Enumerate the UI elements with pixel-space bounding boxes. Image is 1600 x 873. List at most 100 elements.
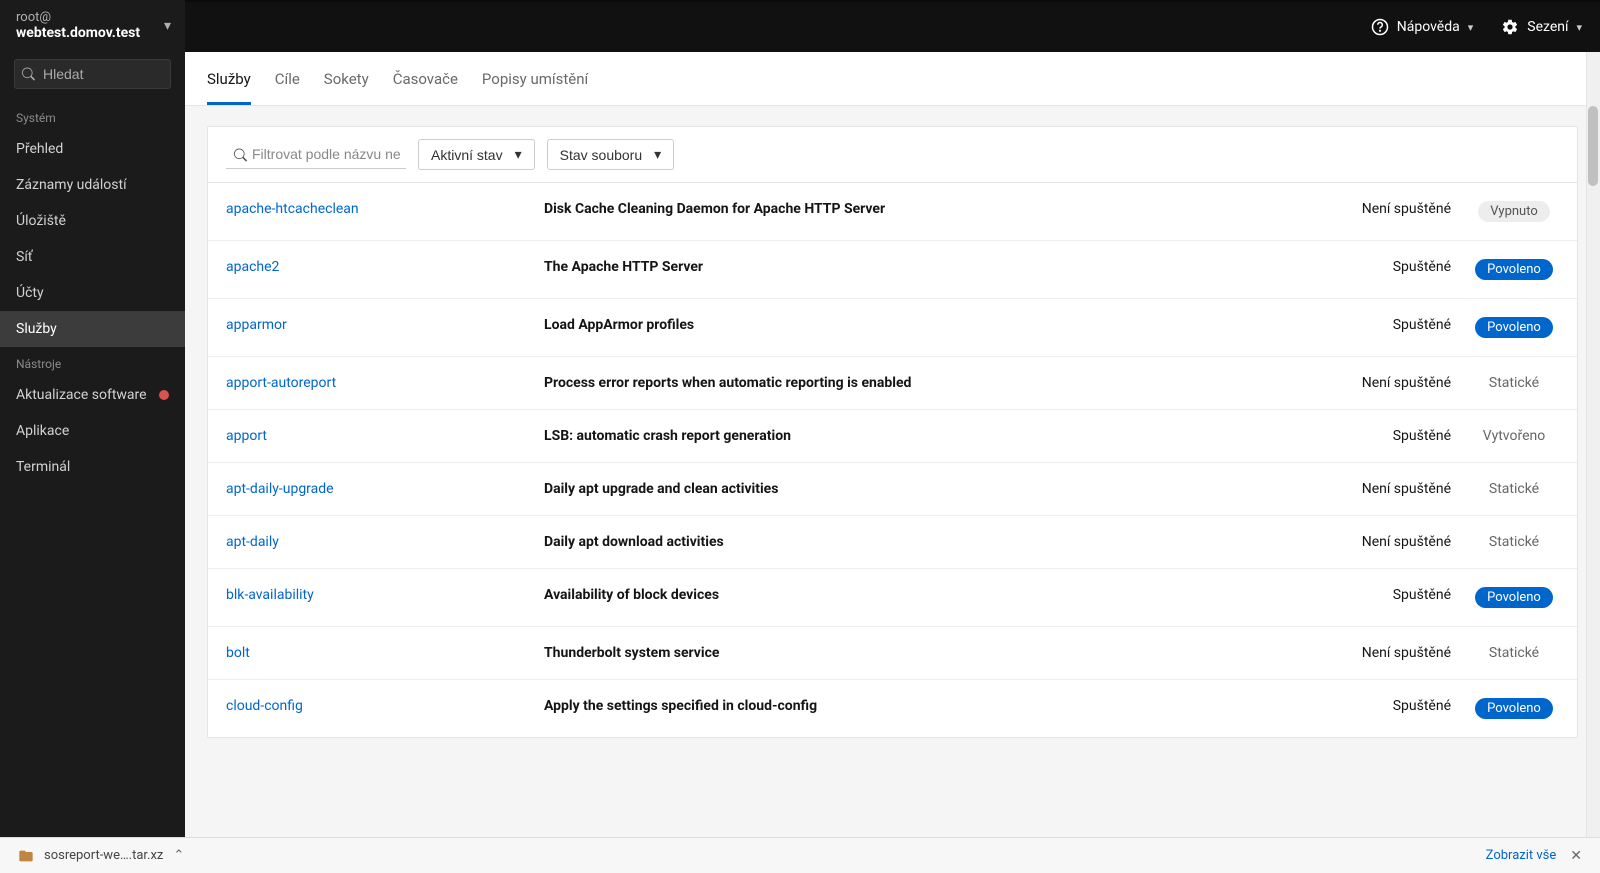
- caret-down-icon: ▾: [654, 146, 661, 163]
- caret-down-icon: ▾: [515, 146, 522, 163]
- help-icon: [1371, 18, 1389, 36]
- main-column: Nápověda ▾ Sezení ▾ Služby Cíle Sokety Č…: [185, 0, 1600, 837]
- current-user: root@: [16, 10, 140, 25]
- service-description: Daily apt upgrade and clean activities: [544, 481, 1313, 497]
- tab-targets[interactable]: Cíle: [275, 52, 300, 105]
- service-row: apport LSB: automatic crash report genera…: [208, 410, 1577, 463]
- filters-row: Aktivní stav ▾ Stav souboru ▾: [208, 127, 1577, 183]
- service-row: boltThunderbolt system serviceNení spušt…: [208, 627, 1577, 680]
- scrollbar-track[interactable]: [1586, 52, 1600, 837]
- service-description: Process error reports when automatic rep…: [544, 375, 1313, 391]
- chevron-down-icon: ▾: [1576, 21, 1582, 34]
- tab-timers[interactable]: Časovače: [393, 52, 458, 105]
- sidebar-item-terminal[interactable]: Terminál: [0, 449, 185, 485]
- tab-services[interactable]: Služby: [207, 52, 251, 105]
- service-link[interactable]: apport-autoreport: [226, 375, 336, 391]
- service-status: Spuštěné: [1331, 317, 1451, 333]
- service-file-state: Vypnuto: [1469, 201, 1559, 222]
- sidebar-item-network[interactable]: Síť: [0, 239, 185, 275]
- nav-section-tools: Nástroje: [0, 347, 185, 377]
- service-file-state: Statické: [1469, 645, 1559, 661]
- session-label: Sezení: [1527, 19, 1568, 35]
- service-status: Není spuštěné: [1331, 534, 1451, 550]
- service-status: Spuštěné: [1331, 587, 1451, 603]
- service-row: apparmor Load AppArmor profiles Spuštěné Po…: [208, 299, 1577, 357]
- services-panel: Aktivní stav ▾ Stav souboru ▾ apache-htc…: [207, 126, 1578, 738]
- service-description: Daily apt download activities: [544, 534, 1313, 550]
- service-row: apt-daily Daily apt download activities Ne…: [208, 516, 1577, 569]
- service-file-state: Povoleno: [1469, 317, 1559, 338]
- service-link[interactable]: bolt: [226, 645, 250, 661]
- service-row: apt-daily-upgrade Daily apt upgrade and c…: [208, 463, 1577, 516]
- service-status: Není spuštěné: [1331, 201, 1451, 217]
- download-bar: sosreport-we….tar.xz ⌃ Zobrazit vše ✕: [0, 837, 1600, 873]
- chevron-up-icon[interactable]: ⌃: [173, 848, 184, 863]
- service-link[interactable]: apache-htcacheclean: [226, 201, 359, 217]
- service-status: Spuštěné: [1331, 428, 1451, 444]
- sidebar-item-overview[interactable]: Přehled: [0, 131, 185, 167]
- service-row: apport-autoreport Process error reports w…: [208, 357, 1577, 410]
- help-menu[interactable]: Nápověda ▾: [1371, 18, 1474, 36]
- service-description: Apply the settings specified in cloud-co…: [544, 698, 1313, 714]
- service-description: Load AppArmor profiles: [544, 317, 1313, 333]
- service-description: Availability of block devices: [544, 587, 1313, 603]
- service-row: blk-availability Availability of block de…: [208, 569, 1577, 627]
- service-link[interactable]: cloud-config: [226, 698, 303, 714]
- service-status: Spuštěné: [1331, 259, 1451, 275]
- service-description: The Apache HTTP Server: [544, 259, 1313, 275]
- tab-paths[interactable]: Popisy umístění: [482, 52, 588, 105]
- service-status: Není spuštěné: [1331, 375, 1451, 391]
- sidebar: root@ webtest.domov.test ▾ Systém Přehle…: [0, 0, 185, 837]
- filter-input[interactable]: [226, 140, 406, 169]
- tabbar: Služby Cíle Sokety Časovače Popisy umíst…: [185, 52, 1600, 106]
- service-file-state: Povoleno: [1469, 587, 1559, 608]
- service-description: LSB: automatic crash report generation: [544, 428, 1313, 444]
- archive-icon: [18, 848, 34, 864]
- scrollbar-thumb[interactable]: [1588, 106, 1598, 186]
- chevron-down-icon: ▾: [1468, 21, 1474, 34]
- service-description: Thunderbolt system service: [544, 645, 1313, 661]
- service-link[interactable]: apparmor: [226, 317, 287, 333]
- search-icon: [234, 148, 247, 161]
- host-switcher[interactable]: root@ webtest.domov.test ▾: [0, 0, 185, 51]
- service-link[interactable]: apt-daily-upgrade: [226, 481, 334, 497]
- nav-section-system: Systém: [0, 101, 185, 131]
- update-badge-icon: [159, 390, 169, 400]
- service-link[interactable]: apache2: [226, 259, 279, 275]
- service-file-state: Statické: [1469, 375, 1559, 391]
- sidebar-item-apps[interactable]: Aplikace: [0, 413, 185, 449]
- sidebar-item-storage[interactable]: Úložiště: [0, 203, 185, 239]
- sidebar-item-logs[interactable]: Záznamy událostí: [0, 167, 185, 203]
- service-link[interactable]: apport: [226, 428, 267, 444]
- topbar: Nápověda ▾ Sezení ▾: [185, 0, 1600, 52]
- service-description: Disk Cache Cleaning Daemon for Apache HT…: [544, 201, 1313, 217]
- search-icon: [22, 68, 35, 81]
- session-menu[interactable]: Sezení ▾: [1501, 18, 1582, 36]
- current-host: webtest.domov.test: [16, 25, 140, 41]
- active-state-dropdown[interactable]: Aktivní stav ▾: [418, 139, 535, 170]
- sidebar-item-updates[interactable]: Aktualizace software: [0, 377, 185, 413]
- chevron-down-icon: ▾: [164, 18, 171, 34]
- service-link[interactable]: blk-availability: [226, 587, 314, 603]
- service-link[interactable]: apt-daily: [226, 534, 279, 550]
- service-row: apache-htcacheclean Disk Cache Cleaning D…: [208, 183, 1577, 241]
- tab-sockets[interactable]: Sokety: [324, 52, 369, 105]
- search-input[interactable]: [14, 59, 171, 89]
- service-status: Spuštěné: [1331, 698, 1451, 714]
- service-file-state: Vytvořeno: [1469, 428, 1559, 444]
- service-file-state: Povoleno: [1469, 698, 1559, 719]
- help-label: Nápověda: [1397, 19, 1460, 35]
- services-list: apache-htcacheclean Disk Cache Cleaning D…: [208, 183, 1577, 737]
- content-area: Služby Cíle Sokety Časovače Popisy umíst…: [185, 52, 1600, 837]
- service-row: cloud-config Apply the settings specified…: [208, 680, 1577, 737]
- download-filename[interactable]: sosreport-we….tar.xz: [44, 848, 163, 863]
- service-row: apache2 The Apache HTTP Server Spuštěné Pov…: [208, 241, 1577, 299]
- show-all-downloads[interactable]: Zobrazit vše: [1486, 848, 1557, 863]
- sidebar-item-services[interactable]: Služby: [0, 311, 185, 347]
- file-state-dropdown[interactable]: Stav souboru ▾: [547, 139, 675, 170]
- service-file-state: Statické: [1469, 534, 1559, 550]
- sidebar-item-accounts[interactable]: Účty: [0, 275, 185, 311]
- close-icon[interactable]: ✕: [1570, 848, 1582, 864]
- service-file-state: Povoleno: [1469, 259, 1559, 280]
- gear-icon: [1501, 18, 1519, 36]
